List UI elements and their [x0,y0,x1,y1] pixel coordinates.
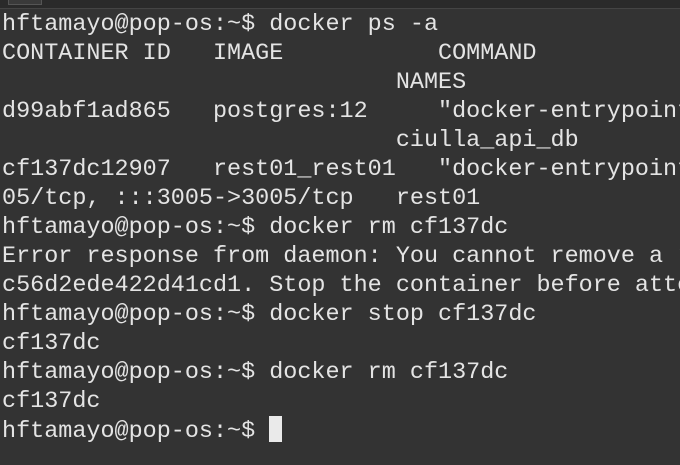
terminal-tab[interactable] [8,0,42,5]
terminal-line: c56d2ede422d41cd1. Stop the container be… [2,272,680,299]
terminal-titlebar [0,0,680,9]
terminal-line: hftamayo@pop-os:~$ docker ps -a [2,11,439,38]
terminal-line: CONTAINER ID IMAGE COMMAND [2,40,537,67]
cursor [269,416,283,442]
terminal-output[interactable]: hftamayo@pop-os:~$ docker ps -a CONTAINE… [2,10,680,465]
terminal-line: cf137dc [2,388,101,415]
terminal-line: cf137dc [2,330,101,357]
terminal-line: Error response from daemon: You cannot r… [2,243,680,270]
terminal-prompt-line[interactable]: hftamayo@pop-os:~$ [2,416,680,445]
terminal-line: hftamayo@pop-os:~$ docker rm cf137dc [2,359,509,386]
terminal-line: d99abf1ad865 postgres:12 "docker-entrypo… [2,98,680,125]
prompt: hftamayo@pop-os:~$ [2,418,270,445]
terminal-line: ciulla_api_db [2,127,579,154]
terminal-line: cf137dc12907 rest01_rest01 "docker-entry… [2,156,680,183]
terminal-line: hftamayo@pop-os:~$ docker stop cf137dc [2,301,537,328]
terminal-line: NAMES [2,69,467,96]
terminal-line: hftamayo@pop-os:~$ docker rm cf137dc [2,214,509,241]
terminal-line: 05/tcp, :::3005->3005/tcp rest01 [2,185,481,212]
